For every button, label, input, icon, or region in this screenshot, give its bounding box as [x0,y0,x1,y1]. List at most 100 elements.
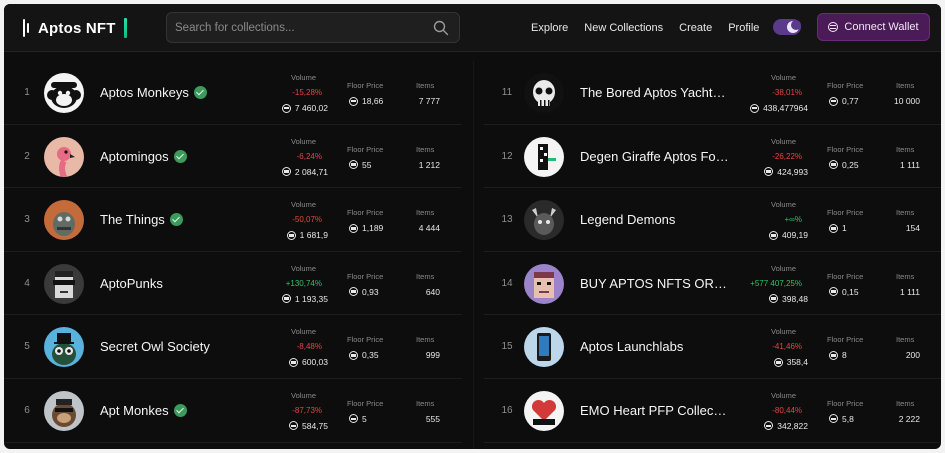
floor-price-value: 0,15 [829,287,859,297]
collection-name-wrap: AptoPunks [100,252,275,315]
collection-name[interactable]: Legend Demons [580,212,675,227]
collection-row[interactable]: 13 Legend Demons Volume +∞% 409,19 Floor… [484,188,941,252]
aptos-coin-icon [829,160,838,170]
nav-create[interactable]: Create [679,22,712,34]
volume-change: -41,46% [772,342,802,352]
floor-price-label: Floor Price [827,335,864,345]
aptos-coin-icon [750,103,760,113]
floor-price-value: 0,93 [349,287,379,297]
volume-label: Volume [291,390,317,400]
volume-change: -80,44% [772,405,802,415]
floor-price-value: 5,8 [829,414,854,424]
volume-change: +577 407,25% [750,278,802,288]
collection-row[interactable]: 5 Secret Owl Society Volume -8,48% 600,0… [4,315,462,379]
volume-label: Volume [771,263,797,273]
floor-price-value: 1,189 [349,223,383,233]
floor-price-value: 8 [829,350,847,360]
monke-avatar[interactable] [44,390,84,431]
volume-value: 1 681,9 [286,230,328,241]
collection-name[interactable]: Degen Giraffe Aptos Fo… [580,149,729,164]
aptos-coin-icon [281,103,291,113]
collection-row[interactable]: 3 The Things Volume -50,07% 1 681,9 Floo… [4,188,462,252]
items-label: Items [416,271,435,281]
emo-heart-avatar[interactable] [524,390,564,431]
items-label: Items [896,208,915,218]
aptos-coin-icon [769,230,778,240]
collection-rank: 15 [501,341,513,353]
floor-price-label: Floor Price [347,271,384,281]
nav-explore[interactable]: Explore [531,22,568,34]
collection-name[interactable]: Secret Owl Society [100,339,210,354]
collection-row[interactable]: 1 Aptos Monkeys Volume -15,28% 7 460,02 … [4,61,462,125]
floor-price-value: 0,77 [829,96,859,106]
collection-name[interactable]: EMO Heart PFP Collect… [580,403,730,418]
items-count: 154 [905,223,920,234]
search-input[interactable] [175,13,425,42]
monkey-avatar[interactable] [44,73,84,113]
punk-avatar[interactable] [44,263,84,304]
volume-amount: 2 084,71 [294,166,328,177]
volume-value: 342,822 [764,421,808,431]
collection-name[interactable]: Apt Monkes [100,403,169,418]
skull-avatar[interactable] [524,73,564,113]
items-count: 555 [425,413,440,424]
collection-name-wrap: Aptos Monkeys [100,61,275,124]
connect-wallet-button[interactable]: Connect Wallet [817,13,930,41]
volume-amount: 438,477964 [763,103,808,113]
floor-price-value: 18,66 [349,96,383,106]
collection-rank: 1 [24,87,30,98]
creature-avatar[interactable] [44,200,84,241]
floor-price-label: Floor Price [347,144,384,154]
collection-rank: 6 [24,404,30,416]
column-divider [473,61,474,449]
verified-icon [173,149,187,163]
nav-profile[interactable]: Profile [728,22,759,34]
collection-row[interactable]: 4 AptoPunks Volume +130,74% 1 193,35 Flo… [4,252,462,316]
collection-name[interactable]: Aptos Monkeys [100,85,189,100]
volume-label: Volume [771,390,797,400]
phone-avatar[interactable] [524,327,564,368]
moon-icon [787,20,801,33]
search-icon[interactable] [433,20,449,36]
volume-amount: 1 681,9 [299,230,328,241]
collection-row[interactable]: 15 Aptos Launchlabs Volume -41,46% 358,4… [484,315,941,379]
collection-name[interactable]: The Things [100,212,165,227]
flamingo-avatar[interactable] [44,136,84,177]
collection-name[interactable]: The Bored Aptos Yacht… [580,85,726,100]
collection-name[interactable]: Aptomingos [100,149,169,164]
aptos-coin-icon [829,96,838,106]
collection-name-wrap: Degen Giraffe Aptos Fo… [580,125,755,188]
collection-name-wrap: Secret Owl Society [100,315,275,378]
giraffe-avatar[interactable] [524,136,564,177]
floor-price-label: Floor Price [827,144,864,154]
collection-name[interactable]: Aptos Launchlabs [580,339,683,354]
nav-new-collections[interactable]: New Collections [584,22,663,34]
floor-price-value: 5 [349,414,367,424]
volume-value: 398,48 [769,294,808,304]
floor-price-label: Floor Price [827,398,864,408]
volume-label: Volume [291,136,317,146]
demon-avatar[interactable] [524,200,564,241]
collection-row[interactable]: 14 BUY APTOS NFTS OR I… Volume +577 407,… [484,252,941,316]
collection-name[interactable]: BUY APTOS NFTS OR I… [580,276,730,291]
aptos-coin-icon [281,167,291,177]
aptos-coin-icon [349,414,358,424]
theme-toggle[interactable] [773,19,801,35]
aptos-coin-icon [764,167,774,177]
collection-name-wrap: BUY APTOS NFTS OR I… [580,252,755,315]
volume-value: 584,75 [289,421,328,431]
items-label: Items [896,335,915,345]
collection-row[interactable]: 16 EMO Heart PFP Collect… Volume -80,44%… [484,379,941,443]
collection-row[interactable]: 6 Apt Monkes Volume -87,73% 584,75 Floor… [4,379,462,443]
items-count: 7 777 [418,96,440,106]
collection-row[interactable]: 12 Degen Giraffe Aptos Fo… Volume -26,22… [484,125,941,189]
collection-name[interactable]: AptoPunks [100,276,163,291]
floor-price-label: Floor Price [827,208,864,218]
pixel-avatar[interactable] [524,263,564,304]
collection-row[interactable]: 11 The Bored Aptos Yacht… Volume -38,01%… [484,61,941,125]
collection-row[interactable]: 2 Aptomingos Volume -6,24% 2 084,71 Floo… [4,125,462,189]
owl-avatar[interactable] [44,327,84,368]
volume-amount: 1 193,35 [294,293,328,304]
logo[interactable]: Aptos NFT [22,17,127,39]
volume-amount: 398,48 [782,293,808,304]
